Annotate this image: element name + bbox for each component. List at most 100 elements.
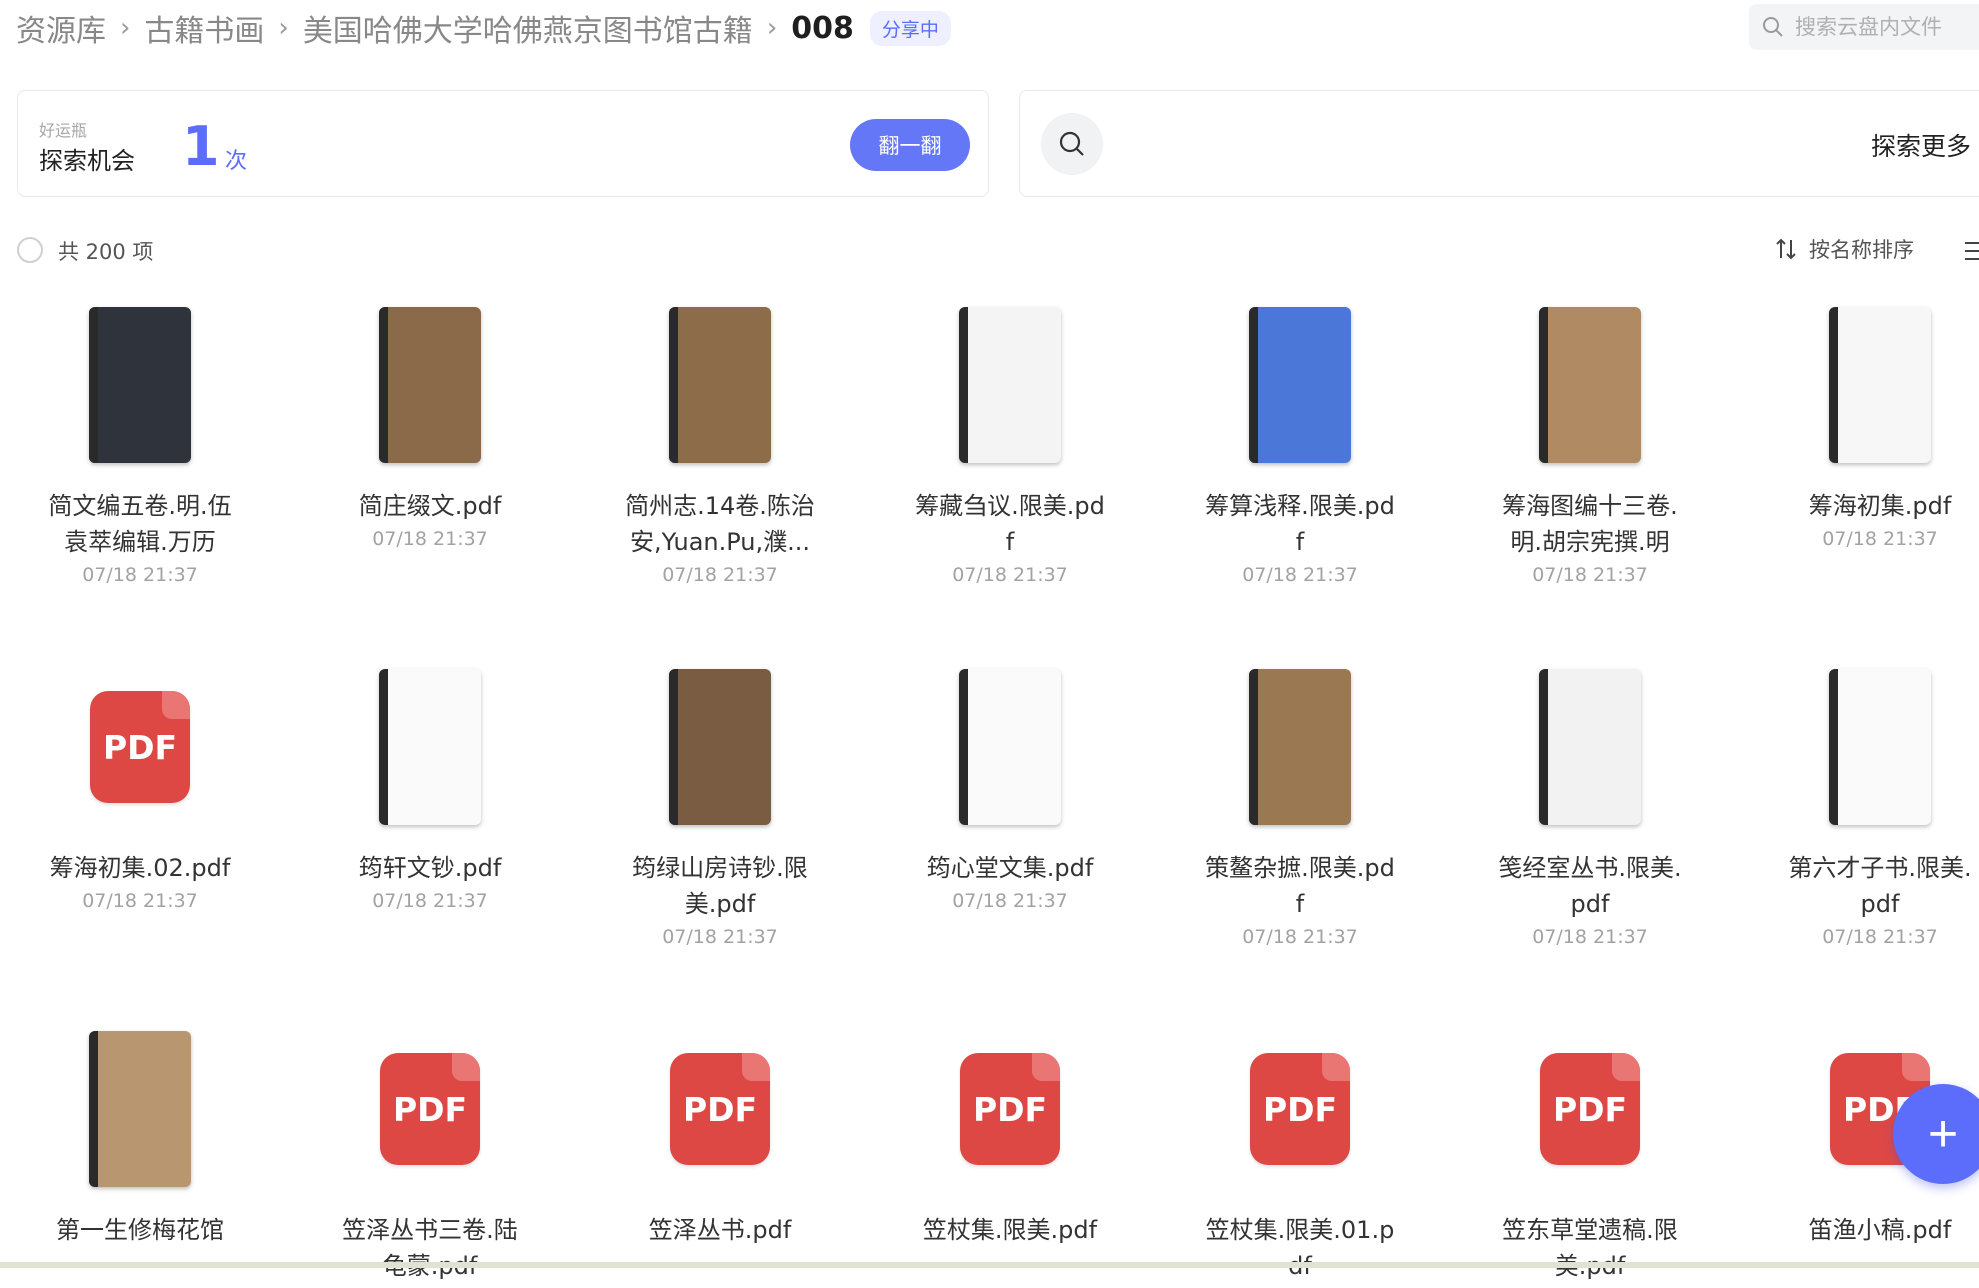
- breadcrumb-current: 008: [791, 10, 854, 46]
- file-name: 策鳌杂摭.限美.pdf: [1205, 854, 1395, 918]
- file-item[interactable]: 筠绿山房诗钞.限美.pdf 07/18 21:37: [605, 662, 835, 948]
- breadcrumb: 资源库 › 古籍书画 › 美国哈佛大学哈佛燕京图书馆古籍 › 008 分享中: [16, 6, 951, 50]
- file-thumbnail[interactable]: [1185, 300, 1415, 470]
- file-name: 简庄缀文.pdf: [358, 492, 502, 520]
- explore-search-icon[interactable]: [1041, 113, 1103, 175]
- pdf-icon-label: PDF: [392, 1089, 468, 1129]
- file-thumbnail[interactable]: PDF: [1475, 1024, 1705, 1194]
- file-item[interactable]: PDF 笠泽丛书.pdf: [605, 1024, 835, 1252]
- pdf-file-icon: PDF: [960, 1053, 1060, 1165]
- file-thumbnail[interactable]: [25, 1024, 255, 1194]
- file-thumbnail[interactable]: [315, 300, 545, 470]
- search-input[interactable]: [1793, 14, 1979, 40]
- pdf-file-icon: PDF: [380, 1053, 480, 1165]
- pdf-file-icon: PDF: [670, 1053, 770, 1165]
- book-spine: [379, 307, 388, 463]
- file-date: 07/18 21:37: [1822, 528, 1938, 550]
- file-date: 07/18 21:37: [952, 564, 1068, 586]
- file-item[interactable]: 笺经室丛书.限美.pdf 07/18 21:37: [1475, 662, 1705, 948]
- breadcrumb-item[interactable]: 资源库: [16, 6, 106, 50]
- file-item[interactable]: 策鳌杂摭.限美.pdf 07/18 21:37: [1185, 662, 1415, 948]
- file-date: 07/18 21:37: [1532, 564, 1648, 586]
- file-name: 筹算浅释.限美.pdf: [1205, 492, 1395, 556]
- file-name: 笠泽丛书三卷.陆龟蒙.pdf: [342, 1216, 518, 1280]
- file-thumbnail[interactable]: [1765, 300, 1979, 470]
- book-cover-icon: [669, 307, 771, 463]
- book-spine: [379, 669, 388, 825]
- file-date: 07/18 21:37: [372, 890, 488, 912]
- file-thumbnail[interactable]: PDF: [1185, 1024, 1415, 1194]
- file-thumbnail[interactable]: PDF: [315, 1024, 545, 1194]
- file-thumbnail[interactable]: [1185, 662, 1415, 832]
- file-item[interactable]: 简州志.14卷.陈治安,Yuan.Pu,濮... 07/18 21:37: [605, 300, 835, 586]
- sort-button[interactable]: 按名称排序: [1773, 234, 1914, 264]
- explore-chance-unit: 次: [225, 149, 248, 174]
- file-item[interactable]: PDF 笠泽丛书三卷.陆龟蒙.pdf: [315, 1024, 545, 1288]
- file-name: 第一生修梅花馆: [56, 1216, 224, 1244]
- book-cover-icon: [1249, 307, 1351, 463]
- breadcrumb-item[interactable]: 美国哈佛大学哈佛燕京图书馆古籍: [303, 6, 753, 50]
- file-item[interactable]: PDF 筹海初集.02.pdf 07/18 21:37: [25, 662, 255, 912]
- select-all-checkbox[interactable]: [17, 237, 43, 263]
- file-thumbnail[interactable]: [1475, 300, 1705, 470]
- chevron-right-icon: ›: [278, 13, 289, 43]
- file-item[interactable]: 筠心堂文集.pdf 07/18 21:37: [895, 662, 1125, 912]
- share-status-badge[interactable]: 分享中: [869, 10, 951, 46]
- file-thumbnail[interactable]: [605, 300, 835, 470]
- book-spine: [669, 307, 678, 463]
- book-spine: [1249, 307, 1258, 463]
- book-cover-icon: [89, 307, 191, 463]
- sort-label: 按名称排序: [1809, 238, 1914, 262]
- file-item[interactable]: PDF 笠杖集.限美.01.pdf: [1185, 1024, 1415, 1288]
- file-thumbnail[interactable]: PDF: [895, 1024, 1125, 1194]
- file-item[interactable]: 简庄缀文.pdf 07/18 21:37: [315, 300, 545, 550]
- file-date: 07/18 21:37: [662, 926, 778, 948]
- book-spine: [1829, 307, 1838, 463]
- file-item[interactable]: 第六才子书.限美.pdf 07/18 21:37: [1765, 662, 1979, 948]
- flip-button[interactable]: 翻一翻: [850, 119, 970, 171]
- file-thumbnail[interactable]: [315, 662, 545, 832]
- file-thumbnail[interactable]: [895, 300, 1125, 470]
- file-item[interactable]: 筹海图编十三卷.明.胡宗宪撰.明刻.. 07/18 21:37: [1475, 300, 1705, 586]
- explore-chance-label: 探索机会: [39, 147, 135, 175]
- file-name: 筠心堂文集.pdf: [926, 854, 1094, 882]
- file-item[interactable]: 筹算浅释.限美.pdf 07/18 21:37: [1185, 300, 1415, 586]
- breadcrumb-item[interactable]: 古籍书画: [144, 6, 264, 50]
- file-thumbnail[interactable]: [1765, 662, 1979, 832]
- file-date: 07/18 21:37: [662, 564, 778, 586]
- explore-more-link[interactable]: 探索更多: [1871, 127, 1971, 163]
- pdf-icon-label: PDF: [1262, 1089, 1338, 1129]
- pdf-icon-label: PDF: [682, 1089, 758, 1129]
- file-item[interactable]: 筹藏刍议.限美.pdf 07/18 21:37: [895, 300, 1125, 586]
- pdf-file-icon: PDF: [1250, 1053, 1350, 1165]
- book-cover-icon: [959, 307, 1061, 463]
- file-thumbnail[interactable]: PDF: [25, 662, 255, 832]
- file-thumbnail[interactable]: [895, 662, 1125, 832]
- file-date: 07/18 21:37: [1242, 926, 1358, 948]
- book-spine: [959, 307, 968, 463]
- file-thumbnail[interactable]: [25, 300, 255, 470]
- file-thumbnail[interactable]: [1475, 662, 1705, 832]
- file-name: 简州志.14卷.陈治安,Yuan.Pu,濮...: [625, 492, 815, 556]
- file-item[interactable]: PDF 笠东草堂遗稿.限美.pdf: [1475, 1024, 1705, 1288]
- file-name: 简文编五卷.明.伍袁萃编辑.万历三..: [48, 492, 232, 556]
- file-thumbnail[interactable]: [605, 662, 835, 832]
- list-view-icon[interactable]: [1965, 240, 1979, 262]
- book-spine: [959, 669, 968, 825]
- book-cover-icon: [379, 307, 481, 463]
- file-item[interactable]: 第一生修梅花馆: [25, 1024, 255, 1252]
- file-item[interactable]: PDF 笠杖集.限美.pdf: [895, 1024, 1125, 1252]
- file-name: 笺经室丛书.限美.pdf: [1498, 854, 1682, 918]
- file-name: 筹藏刍议.限美.pdf: [915, 492, 1105, 556]
- file-item[interactable]: 简文编五卷.明.伍袁萃编辑.万历三.. 07/18 21:37: [25, 300, 255, 586]
- book-cover-icon: [1829, 669, 1931, 825]
- file-item[interactable]: 筠轩文钞.pdf 07/18 21:37: [315, 662, 545, 912]
- book-spine: [1539, 669, 1548, 825]
- file-item[interactable]: 筹海初集.pdf 07/18 21:37: [1765, 300, 1979, 550]
- explore-card[interactable]: 探索更多: [1019, 90, 1979, 197]
- file-name: 筹海图编十三卷.明.胡宗宪撰.明刻..: [1502, 492, 1678, 556]
- search-box[interactable]: [1749, 4, 1979, 50]
- file-date: 07/18 21:37: [82, 890, 198, 912]
- sort-icon: [1776, 238, 1796, 260]
- file-thumbnail[interactable]: PDF: [605, 1024, 835, 1194]
